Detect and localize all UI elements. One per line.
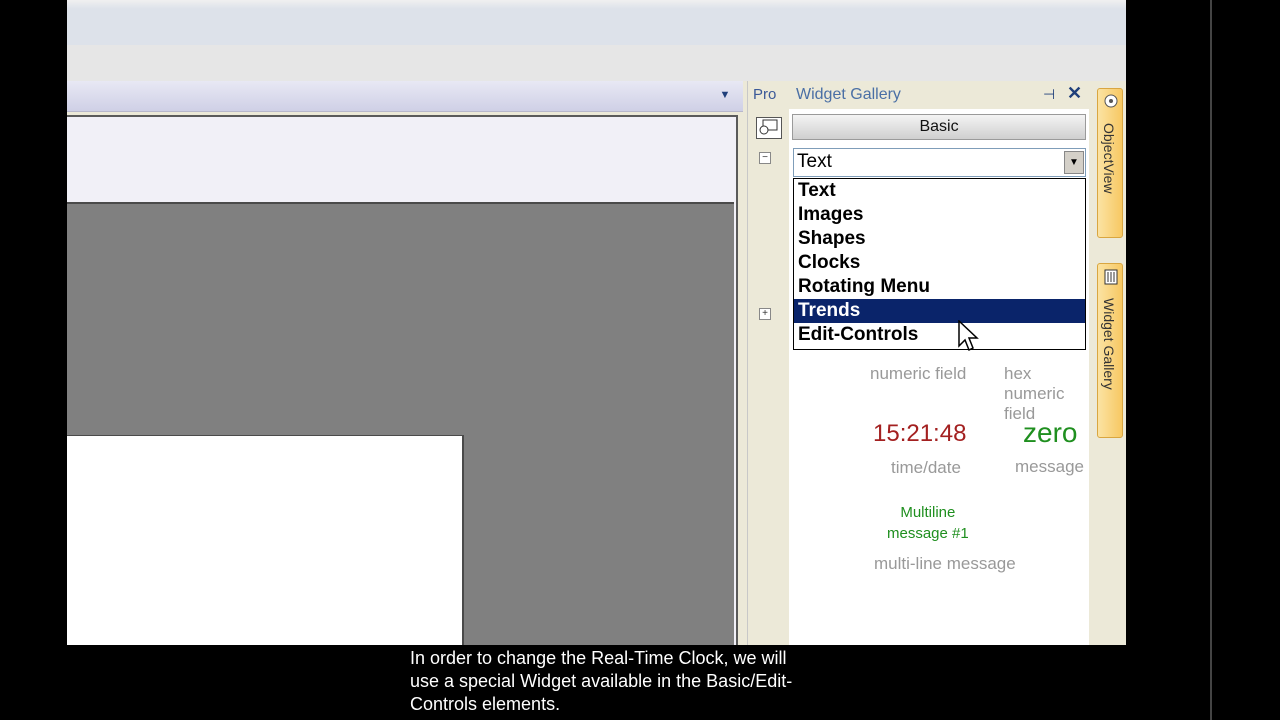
objectview-tab[interactable]: ObjectView [1097, 88, 1123, 238]
category-bar-basic[interactable]: Basic [792, 114, 1086, 140]
widget-gallery-title: Widget Gallery [796, 86, 901, 103]
widget-gallery-tab[interactable]: Widget Gallery [1097, 263, 1123, 438]
toolbar-area [67, 0, 1126, 45]
widget-type-select-value: Text [797, 151, 832, 172]
document-tab-header [67, 81, 743, 112]
gallery-icon [1103, 268, 1119, 291]
pin-icon[interactable]: ⊣ [1043, 86, 1055, 103]
multiline-line-2: message #1 [887, 525, 969, 542]
caption-line-3: Controls elements. [410, 694, 561, 714]
widget-gallery-titlebar: Widget Gallery ⊣ ✕ [789, 81, 1089, 109]
objectview-icon [1103, 93, 1119, 114]
message-label: message [1015, 457, 1084, 476]
widget-type-dropdown-list: Text Images Shapes Clocks Rotating Menu … [793, 178, 1086, 350]
side-tab-strip: ObjectView Widget Gallery [1094, 81, 1126, 645]
properties-panel: Pro − + [747, 81, 788, 645]
close-icon[interactable]: ✕ [1067, 83, 1082, 104]
design-area [67, 115, 738, 645]
mouse-cursor-icon [958, 319, 980, 357]
dropdown-item-shapes[interactable]: Shapes [794, 227, 1085, 251]
objectview-tab-label: ObjectView [1101, 123, 1117, 194]
widget-type-select[interactable]: Text ▼ [793, 148, 1086, 177]
subtitle-caption: In order to change the Real-Time Clock, … [410, 647, 890, 716]
dropdown-item-text[interactable]: Text [794, 179, 1085, 203]
toolbar-area-secondary [67, 45, 1126, 81]
multiline-message-label: multi-line message [874, 554, 1016, 573]
dropdown-item-trends[interactable]: Trends [794, 299, 1085, 323]
expand-icon[interactable]: + [759, 308, 771, 320]
time-date-widget[interactable]: 15:21:48 [873, 420, 966, 448]
document-dropdown-icon[interactable]: ▼ [717, 89, 733, 101]
canvas-background [67, 202, 734, 645]
multiline-message-widget[interactable]: Multiline message #1 [887, 502, 969, 544]
properties-tab[interactable]: Pro [753, 86, 776, 103]
message-widget[interactable]: zero [1023, 417, 1077, 449]
dropdown-item-images[interactable]: Images [794, 203, 1085, 227]
caption-line-2: use a special Widget available in the Ba… [410, 671, 793, 691]
chevron-down-icon[interactable]: ▼ [1064, 151, 1084, 174]
multiline-line-1: Multiline [900, 504, 956, 521]
dropdown-item-rotating-menu[interactable]: Rotating Menu [794, 275, 1085, 299]
hex-numeric-field-label[interactable]: hex numeric field [1004, 364, 1089, 424]
numeric-field-label[interactable]: numeric field [870, 364, 966, 384]
widget-gallery-tab-label: Widget Gallery [1101, 298, 1117, 390]
divider-line [1210, 0, 1212, 720]
dropdown-item-clocks[interactable]: Clocks [794, 251, 1085, 275]
collapse-icon[interactable]: − [759, 152, 771, 164]
time-date-label: time/date [891, 458, 961, 477]
dropdown-item-edit-controls[interactable]: Edit-Controls [794, 323, 1085, 347]
widget-gallery-panel: Widget Gallery ⊣ ✕ Basic Text ▼ Text Ima… [789, 81, 1089, 645]
screen-page[interactable] [67, 435, 464, 645]
caption-line-1: In order to change the Real-Time Clock, … [410, 648, 787, 668]
object-selector-icon[interactable] [756, 117, 782, 139]
